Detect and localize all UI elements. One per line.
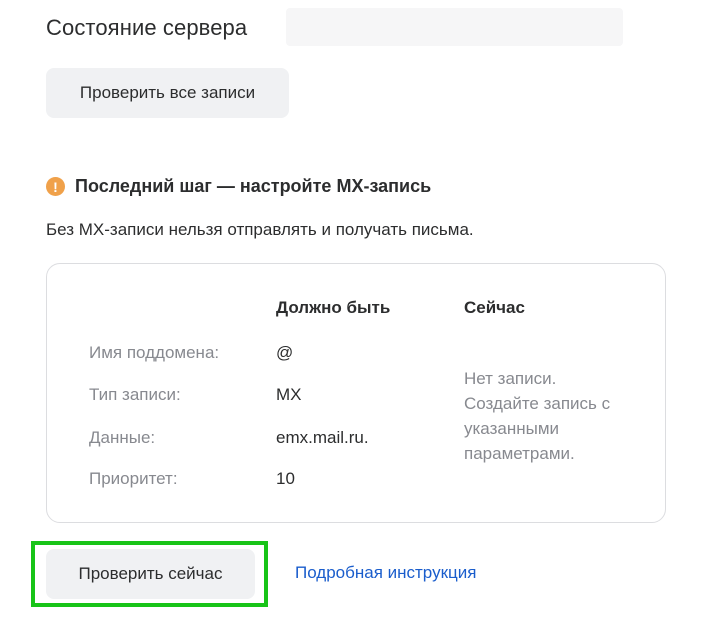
row-label-subdomain: Имя поддомена:: [89, 343, 220, 362]
page-header: Состояние сервера: [46, 10, 247, 46]
current-status-note: Нет записи. Создайте запись с указанными…: [464, 369, 611, 463]
exclamation-icon: !: [46, 177, 65, 196]
row-value-priority: 10: [276, 469, 295, 488]
row-label-priority: Приоритет:: [89, 469, 178, 488]
warning-title: Последний шаг — настройте MX-запись: [75, 176, 432, 196]
column-header-expected: Должно быть: [276, 298, 391, 317]
domain-name-redacted: [286, 8, 623, 46]
warning-heading: ! Последний шаг — настройте MX-запись: [46, 176, 431, 197]
mx-record-card: Должно быть Сейчас Имя поддомена: @ Тип …: [46, 263, 666, 523]
check-all-records-button[interactable]: Проверить все записи: [46, 68, 289, 118]
row-value-data: emx.mail.ru.: [276, 428, 369, 447]
warning-description: Без MX-записи нельзя отправлять и получа…: [46, 220, 474, 239]
row-label-record-type: Тип записи:: [89, 385, 181, 404]
row-value-subdomain: @: [276, 343, 294, 362]
check-now-button[interactable]: Проверить сейчас: [46, 549, 255, 599]
row-value-record-type: MX: [276, 385, 302, 404]
page-title: Состояние сервера: [46, 15, 248, 40]
detailed-instructions-link[interactable]: Подробная инструкция: [295, 563, 476, 583]
column-header-current: Сейчас: [464, 298, 525, 317]
row-label-data: Данные:: [89, 428, 156, 447]
server-status-page: Состояние сервера Проверить все записи !…: [0, 0, 715, 622]
